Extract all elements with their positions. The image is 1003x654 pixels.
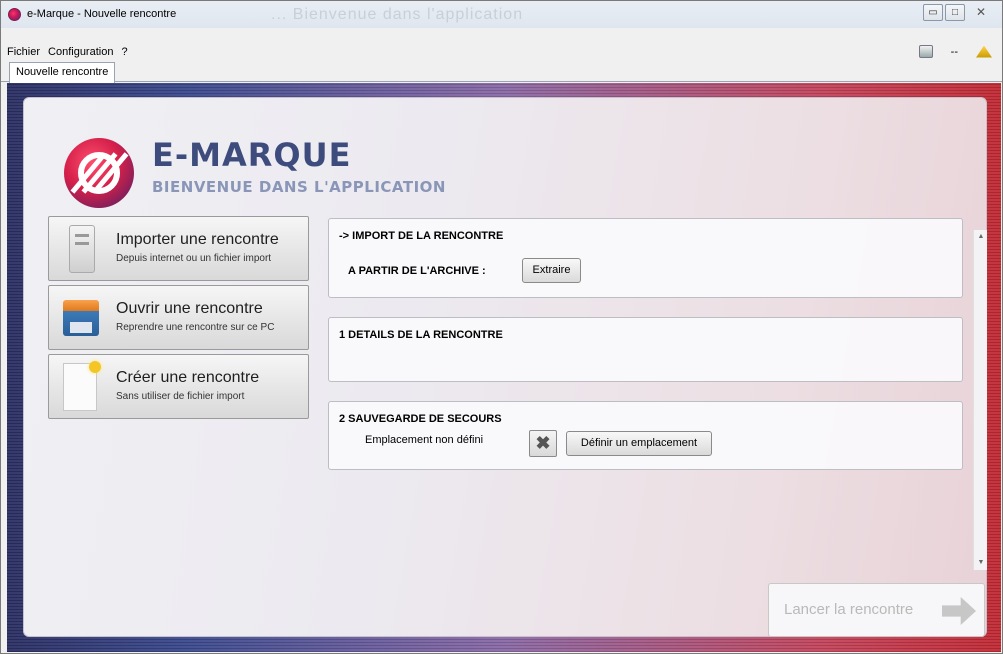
- close-button[interactable]: ✕: [967, 4, 995, 21]
- star-icon: [89, 361, 101, 373]
- import-section-title: -> IMPORT DE LA RENCONTRE: [339, 230, 504, 242]
- action-title: Ouvrir une rencontre: [116, 300, 263, 317]
- action-subtitle: Reprendre une rencontre sur ce PC: [116, 322, 275, 333]
- import-match-button[interactable]: Importer une rencontre Depuis internet o…: [48, 216, 309, 281]
- action-title: Créer une rencontre: [116, 369, 260, 386]
- app-logo-icon: [8, 8, 21, 21]
- details-section: 1 DETAILS DE LA RENCONTRE: [328, 317, 963, 382]
- import-section: -> IMPORT DE LA RENCONTRE A PARTIR DE L'…: [328, 218, 963, 298]
- app-window: e-Marque - Nouvelle rencontre ... Bienve…: [0, 0, 1003, 654]
- menu-configuration[interactable]: Configuration: [48, 46, 113, 58]
- scroll-up-arrow-icon[interactable]: ▲: [974, 230, 988, 244]
- status-text: --: [950, 45, 958, 58]
- menu-fichier[interactable]: Fichier: [7, 46, 40, 58]
- backup-location-status: Emplacement non défini: [365, 434, 484, 446]
- clear-location-button[interactable]: ✖: [529, 430, 557, 457]
- scroll-down-arrow-icon[interactable]: ▼: [974, 556, 988, 570]
- emarque-logo-icon: [64, 138, 134, 208]
- arrow-right-icon: [942, 597, 976, 625]
- minimize-button[interactable]: ▭: [923, 4, 943, 21]
- title-bar[interactable]: e-Marque - Nouvelle rencontre ... Bienve…: [1, 1, 1002, 28]
- details-section-title: 1 DETAILS DE LA RENCONTRE: [339, 329, 503, 341]
- menu-help[interactable]: ?: [121, 46, 127, 58]
- backup-section-title: 2 SAUVEGARDE DE SECOURS: [339, 413, 502, 425]
- tab-bar: Nouvelle rencontre: [1, 60, 1002, 83]
- extract-button[interactable]: Extraire: [522, 258, 581, 283]
- archive-label: A PARTIR DE L'ARCHIVE :: [348, 265, 486, 277]
- launch-match-button[interactable]: Lancer la rencontre: [768, 583, 985, 637]
- vertical-scrollbar[interactable]: ▲ ▼: [973, 230, 987, 570]
- launch-label: Lancer la rencontre: [784, 601, 914, 618]
- backup-section: 2 SAUVEGARDE DE SECOURS Emplacement non …: [328, 401, 963, 470]
- brand-subtitle: BIENVENUE DANS L'APPLICATION: [152, 178, 446, 196]
- background-window-title: ... Bienvenue dans l'application: [271, 6, 524, 23]
- computer-icon: [69, 225, 95, 273]
- welcome-panel: E-MARQUE BIENVENUE DANS L'APPLICATION Im…: [23, 97, 987, 637]
- warning-icon[interactable]: [976, 45, 992, 58]
- menu-bar: Fichier Configuration ? --: [1, 43, 1002, 60]
- action-subtitle: Sans utiliser de fichier import: [116, 391, 245, 402]
- define-location-button[interactable]: Définir un emplacement: [566, 431, 712, 456]
- main-frame: E-MARQUE BIENVENUE DANS L'APPLICATION Im…: [7, 83, 1001, 652]
- status-area: --: [918, 43, 992, 60]
- brand-title: E-MARQUE: [152, 136, 352, 174]
- action-title: Importer une rencontre: [116, 231, 279, 248]
- floppy-disk-icon: [63, 300, 99, 336]
- window-title: e-Marque - Nouvelle rencontre: [27, 8, 177, 20]
- create-match-button[interactable]: Créer une rencontre Sans utiliser de fic…: [48, 354, 309, 419]
- open-match-button[interactable]: Ouvrir une rencontre Reprendre une renco…: [48, 285, 309, 350]
- tab-nouvelle-rencontre[interactable]: Nouvelle rencontre: [9, 62, 116, 83]
- action-subtitle: Depuis internet ou un fichier import: [116, 253, 272, 264]
- maximize-button[interactable]: □: [945, 4, 965, 21]
- network-icon[interactable]: [918, 45, 933, 58]
